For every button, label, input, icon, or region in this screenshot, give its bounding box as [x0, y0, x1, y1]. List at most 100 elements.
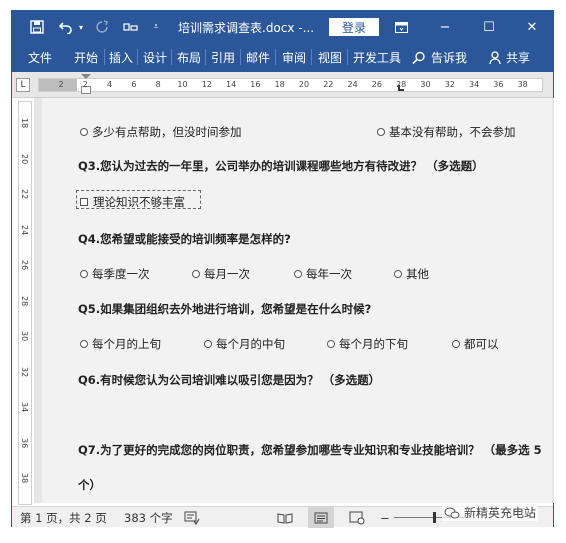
ruler-number: 12 — [201, 80, 212, 89]
radio-button[interactable] — [294, 270, 302, 278]
tab-mailings[interactable]: 邮件 — [246, 43, 270, 72]
option-any-time[interactable]: 都可以 — [452, 336, 499, 352]
option-mid-month[interactable]: 每个月的中旬 — [204, 336, 285, 352]
tab-separator — [137, 49, 138, 65]
tab-insert[interactable]: 插入 — [109, 43, 133, 72]
vertical-ruler-number: 38 — [20, 473, 29, 484]
radio-button[interactable] — [452, 340, 460, 348]
touch-mode-icon[interactable] — [120, 16, 142, 38]
ruler-number: 26 — [371, 80, 382, 89]
share-label: 共享 — [506, 51, 531, 65]
selected-checkbox-frame[interactable] — [76, 190, 201, 209]
horizontal-ruler[interactable]: 2 2 4 6 8 10 12 14 16 18 20 22 24 26 28 30 32 34 36 38 — [38, 74, 543, 94]
option-other[interactable]: 其他 — [394, 266, 429, 282]
option-label: 每个月的上旬 — [92, 337, 161, 351]
read-mode-icon[interactable] — [277, 507, 293, 528]
tell-me-search[interactable]: 告诉我 — [412, 43, 467, 72]
login-button[interactable]: 登录 — [329, 18, 379, 36]
option-label: 每个月的中旬 — [216, 337, 285, 351]
title-bar: ▾ ⩡ 培训需求调查表.docx -... 登录 − ☐ ✕ — [12, 11, 553, 43]
web-layout-icon[interactable] — [349, 507, 365, 528]
ribbon-display-icon[interactable] — [386, 16, 416, 38]
tab-references[interactable]: 引用 — [211, 43, 235, 72]
tab-separator — [205, 49, 206, 65]
print-layout-icon[interactable] — [308, 507, 334, 528]
tell-me-label: 告诉我 — [431, 51, 468, 65]
question-q6: Q6.有时候您认为公司培训难以吸引您是因为？ （多选题） — [78, 373, 381, 387]
radio-button[interactable] — [394, 270, 402, 278]
tab-separator — [171, 49, 172, 65]
radio-button[interactable] — [327, 340, 335, 348]
ruler-number: 14 — [226, 80, 237, 89]
option-no-help[interactable]: 基本没有帮助，不会参加 — [377, 124, 516, 140]
watermark: 新精英充电站 — [442, 504, 539, 521]
radio-button[interactable] — [80, 340, 88, 348]
document-page[interactable]: 多少有点帮助，但没时间参加 基本没有帮助，不会参加 Q3.您认为过去的一年里，公… — [42, 98, 552, 503]
radio-button[interactable] — [80, 270, 88, 278]
option-quarterly[interactable]: 每季度一次 — [80, 266, 150, 282]
tab-layout[interactable]: 布局 — [177, 43, 201, 72]
ruler-number: 36 — [493, 80, 504, 89]
tab-view[interactable]: 视图 — [318, 43, 342, 72]
maximize-button[interactable]: ☐ — [474, 16, 504, 38]
save-icon[interactable] — [26, 16, 48, 38]
zoom-slider-thumb[interactable] — [433, 512, 436, 523]
radio-button[interactable] — [80, 128, 88, 136]
question-q7-continued: 个） — [78, 478, 101, 492]
proofing-icon[interactable] — [184, 507, 200, 528]
zoom-out-button[interactable]: − — [380, 507, 390, 528]
question-q4: Q4.您希望或能接受的培训频率是怎样的? — [78, 232, 291, 246]
word-window: ▾ ⩡ 培训需求调查表.docx -... 登录 − ☐ ✕ 文件 开始 插入 … — [11, 10, 554, 528]
tab-developer[interactable]: 开发工具 — [353, 43, 401, 72]
option-early-month[interactable]: 每个月的上旬 — [80, 336, 161, 352]
radio-button[interactable] — [204, 340, 212, 348]
question-q3: Q3.您认为过去的一年里，公司举办的培训课程哪些地方有待改进？ （多选题） — [78, 159, 484, 173]
tab-separator — [347, 49, 348, 65]
undo-dropdown-icon[interactable]: ▾ — [76, 16, 86, 38]
tab-separator — [104, 49, 105, 65]
tab-selector[interactable]: L — [16, 78, 30, 92]
tab-separator — [240, 49, 241, 65]
word-count[interactable]: 383 个字 — [124, 507, 173, 528]
option-monthly[interactable]: 每月一次 — [192, 266, 250, 282]
redo-icon[interactable] — [92, 16, 112, 38]
ruler-number: 4 — [107, 80, 113, 89]
minimize-button[interactable]: − — [430, 16, 460, 38]
option-yearly[interactable]: 每年一次 — [294, 266, 352, 282]
customize-qat-icon[interactable]: ⩡ — [149, 16, 163, 38]
ruler-number: 20 — [298, 80, 310, 89]
share-button[interactable]: 共享 — [489, 43, 530, 72]
option-some-help[interactable]: 多少有点帮助，但没时间参加 — [80, 124, 242, 140]
ruler-number: 28 — [396, 80, 407, 89]
vertical-ruler-number: 26 — [20, 260, 29, 271]
option-late-month[interactable]: 每个月的下旬 — [327, 336, 408, 352]
ruler-number: 8 — [155, 80, 161, 89]
ribbon-tabs: 文件 开始 插入 设计 布局 引用 邮件 审阅 视图 开发工具 告诉我 共享 — [12, 43, 553, 72]
vertical-ruler-number: 18 — [20, 118, 29, 129]
tab-home[interactable]: 开始 — [74, 43, 98, 72]
vertical-ruler-number: 28 — [20, 295, 29, 306]
tab-separator — [311, 49, 312, 65]
vertical-ruler-number: 30 — [20, 331, 29, 342]
tab-review[interactable]: 审阅 — [282, 43, 306, 72]
tab-file[interactable]: 文件 — [28, 43, 52, 72]
option-label: 每季度一次 — [92, 267, 150, 281]
radio-button[interactable] — [192, 270, 200, 278]
option-label: 每月一次 — [204, 267, 250, 281]
vertical-ruler-number: 24 — [20, 224, 29, 235]
wechat-icon — [444, 507, 460, 518]
tab-design[interactable]: 设计 — [143, 43, 167, 72]
undo-icon[interactable] — [56, 16, 76, 38]
option-label: 基本没有帮助，不会参加 — [389, 125, 516, 139]
horizontal-ruler-row: L 2 2 4 6 8 10 12 14 16 18 20 22 24 26 28 30 32 34 36 38 — [12, 72, 553, 98]
vertical-ruler[interactable]: 18 20 22 24 26 28 30 32 34 36 38 — [18, 101, 32, 505]
vertical-ruler-number: 36 — [20, 437, 29, 448]
person-icon — [489, 50, 501, 64]
close-button[interactable]: ✕ — [517, 16, 547, 38]
option-label: 多少有点帮助，但没时间参加 — [92, 125, 242, 139]
ruler-number: 34 — [469, 80, 480, 89]
radio-button[interactable] — [377, 128, 385, 136]
ruler-number: 38 — [517, 80, 528, 89]
option-label: 每年一次 — [306, 267, 352, 281]
page-count[interactable]: 第 1 页，共 2 页 — [20, 507, 107, 528]
